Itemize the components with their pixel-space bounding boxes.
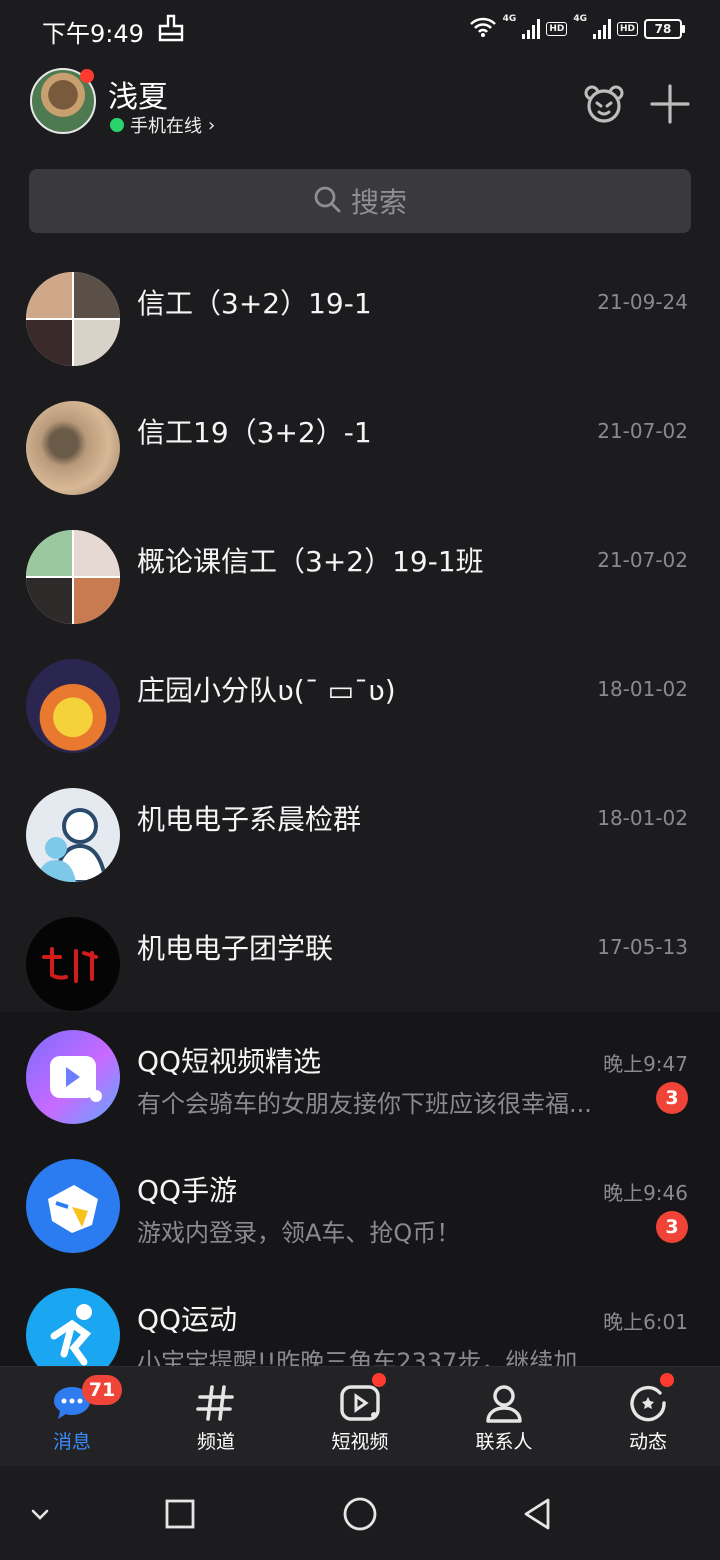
chat-item[interactable]: QQ短视频精选 晚上9:47 有个会骑车的女朋友接你下班应该很幸福... 3 — [0, 1012, 720, 1141]
chat-title: 机电电子团学联 — [137, 932, 334, 965]
tab-channels[interactable]: 频道 — [144, 1367, 288, 1467]
chat-time: 21-07-02 — [597, 419, 688, 443]
battery-icon: 78 — [644, 19, 685, 39]
hd-icon-2: HD — [616, 22, 638, 36]
status-bar: 下午9:49 4G HD 4G HD 78 — [0, 0, 720, 56]
tab-bar: 71 消息 频道 短视频 联系人 动态 — [0, 1366, 720, 1467]
tab-label: 频道 — [196, 1431, 235, 1453]
home-button[interactable] — [334, 1488, 386, 1540]
tab-short-video[interactable]: 短视频 — [288, 1367, 432, 1467]
tab-badge: 71 — [82, 1375, 122, 1405]
chat-preview: 游戏内登录，领A车、抢Q币！ — [137, 1219, 461, 1247]
tab-label: 短视频 — [331, 1431, 389, 1453]
chat-time: 18-01-02 — [597, 677, 688, 701]
group-avatar — [26, 917, 120, 1011]
person-icon — [482, 1381, 526, 1425]
tab-dot — [660, 1373, 674, 1387]
chat-item[interactable]: QQ手游 晚上9:46 游戏内登录，领A车、抢Q币！ 3 — [0, 1141, 720, 1270]
qq-game-avatar — [26, 1159, 120, 1253]
username[interactable]: 浅夏 — [108, 72, 168, 116]
system-nav-bar — [0, 1466, 720, 1560]
search-placeholder: 搜索 — [350, 186, 407, 219]
header: 浅夏 手机在线 › — [0, 60, 720, 150]
plus-icon[interactable] — [648, 82, 692, 126]
tab-label: 消息 — [52, 1431, 91, 1453]
chat-title: QQ运动 — [137, 1303, 238, 1336]
chat-list: 信工（3+2）19-1 21-09-24 信工19（3+2）-1 21-07-0… — [0, 238, 720, 1399]
chat-item[interactable]: 信工19（3+2）-1 21-07-02 — [0, 367, 720, 496]
chat-title: 庄园小分队ʋ(¯ ▭¯ʋ) — [137, 674, 396, 707]
chat-item[interactable]: 庄园小分队ʋ(¯ ▭¯ʋ) 18-01-02 — [0, 625, 720, 754]
unread-badge: 3 — [656, 1082, 688, 1114]
chat-time: 晚上6:01 — [603, 1310, 688, 1334]
group-avatar — [26, 272, 120, 366]
group-avatar — [26, 401, 120, 495]
chat-item[interactable]: 信工（3+2）19-1 21-09-24 — [0, 238, 720, 367]
status-time: 下午9:49 — [42, 20, 144, 48]
cleaner-icon — [158, 14, 184, 46]
chat-item[interactable]: 机电电子系晨检群 18-01-02 — [0, 754, 720, 883]
recent-apps-button[interactable] — [154, 1488, 206, 1540]
notification-dot — [80, 69, 94, 83]
chat-title: 信工19（3+2）-1 — [137, 416, 372, 449]
chat-item[interactable]: 概论课信工（3+2）19-1班 21-07-02 — [0, 496, 720, 625]
chat-time: 晚上9:47 — [603, 1052, 688, 1076]
star-refresh-icon — [626, 1381, 670, 1425]
chat-title: 机电电子系晨检群 — [137, 803, 362, 836]
signal-icon-1 — [522, 19, 541, 39]
online-dot-icon — [110, 118, 124, 132]
chat-preview: 有个会骑车的女朋友接你下班应该很幸福... — [137, 1090, 592, 1118]
wifi-icon — [469, 16, 497, 42]
tab-messages[interactable]: 71 消息 — [0, 1367, 144, 1467]
group-avatar — [26, 788, 120, 882]
status-icons: 4G HD 4G HD 78 — [469, 14, 685, 42]
network-type-1: 4G — [502, 14, 517, 24]
chat-time: 21-09-24 — [597, 290, 688, 314]
back-button[interactable] — [512, 1488, 564, 1540]
chat-title: QQ手游 — [137, 1174, 238, 1207]
chat-time: 17-05-13 — [597, 935, 688, 959]
online-status-label: 手机在线 — [130, 116, 202, 137]
tab-moments[interactable]: 动态 — [576, 1367, 720, 1467]
tab-dot — [372, 1373, 386, 1387]
tab-label: 联系人 — [475, 1431, 533, 1453]
group-avatar — [26, 530, 120, 624]
chat-time: 18-01-02 — [597, 806, 688, 830]
chat-title: 信工（3+2）19-1 — [137, 287, 372, 320]
chat-title: QQ短视频精选 — [137, 1045, 322, 1078]
hashtag-icon — [194, 1381, 238, 1425]
network-type-2: 4G — [573, 14, 587, 24]
tab-label: 动态 — [628, 1431, 667, 1453]
group-avatar — [26, 659, 120, 753]
qq-video-avatar — [26, 1030, 120, 1124]
chat-item[interactable]: 机电电子团学联 17-05-13 — [0, 883, 720, 1012]
chat-title: 概论课信工（3+2）19-1班 — [137, 545, 484, 578]
online-status[interactable]: 手机在线 › — [110, 112, 215, 138]
chat-time: 21-07-02 — [597, 548, 688, 572]
bear-icon[interactable] — [582, 82, 626, 126]
chevron-right-icon: › — [208, 114, 216, 136]
search-bar[interactable]: 搜索 — [29, 169, 691, 233]
video-play-icon — [338, 1381, 382, 1425]
hd-icon-1: HD — [546, 22, 568, 36]
tab-contacts[interactable]: 联系人 — [432, 1367, 576, 1467]
chevron-down-icon[interactable] — [14, 1488, 66, 1540]
unread-badge: 3 — [656, 1211, 688, 1243]
signal-icon-2 — [592, 19, 611, 39]
search-icon — [313, 185, 341, 217]
chat-time: 晚上9:46 — [603, 1181, 688, 1205]
